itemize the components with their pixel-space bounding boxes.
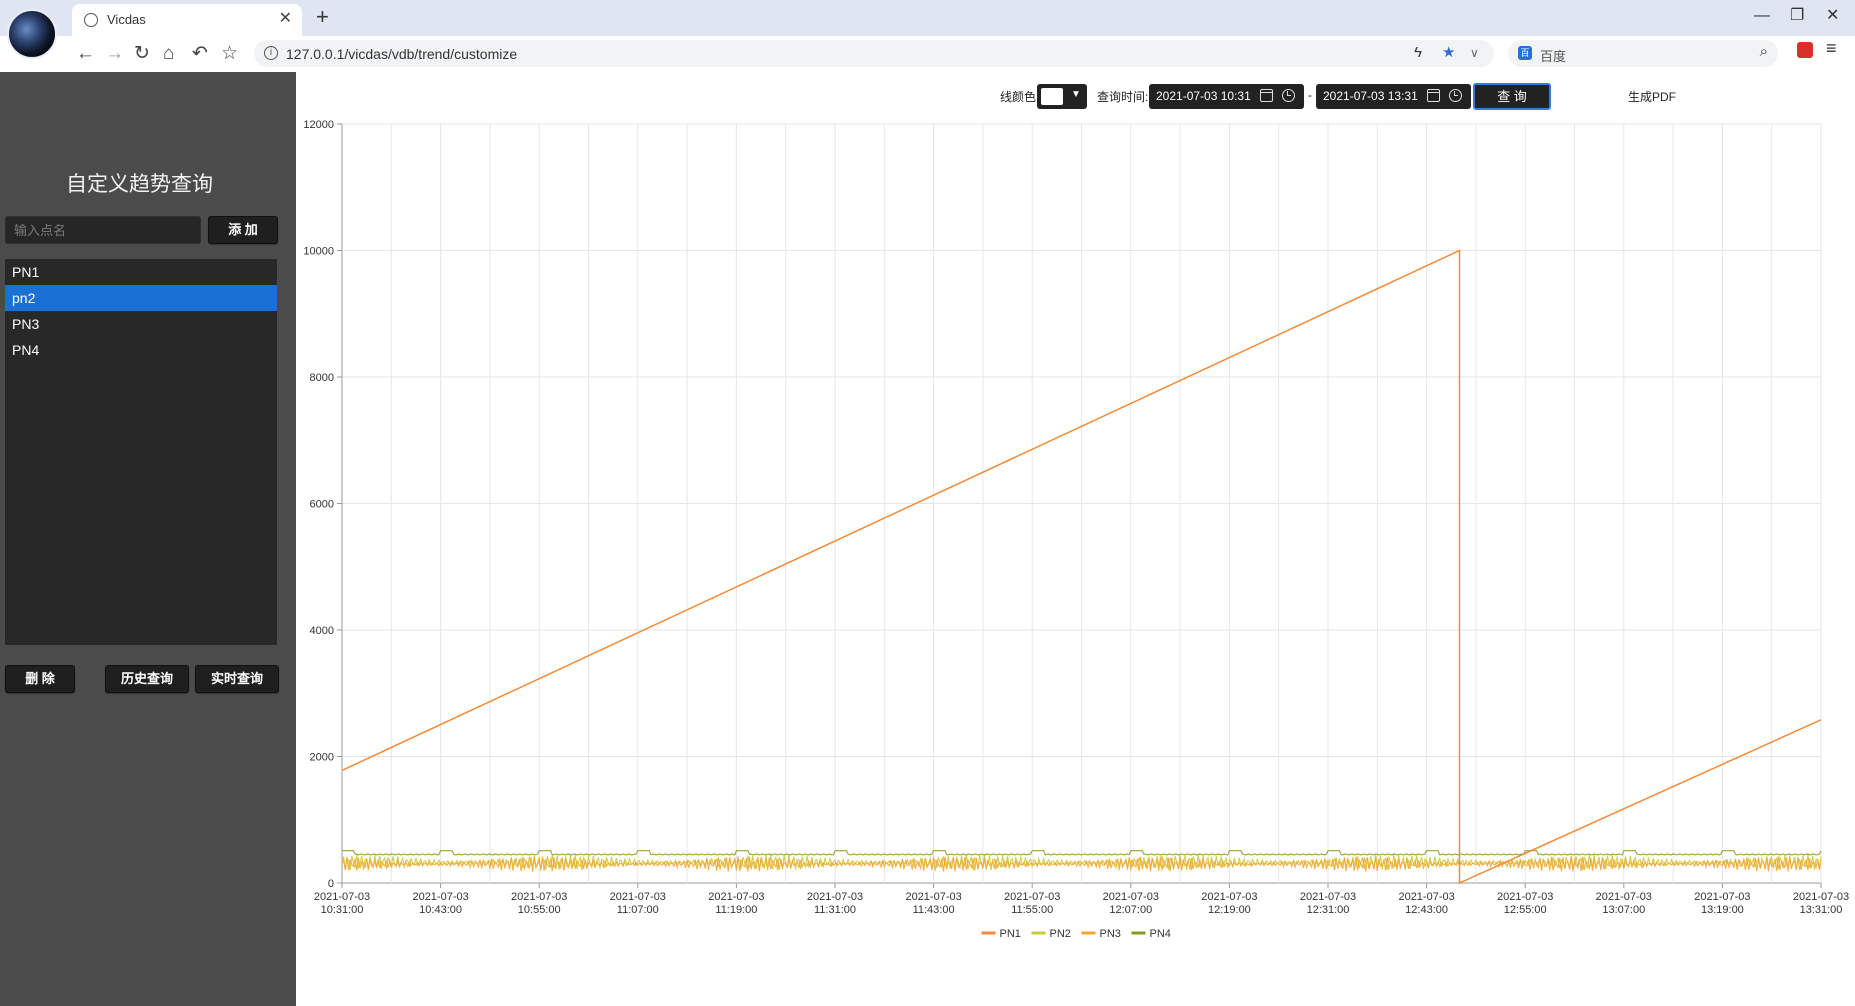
x-tick-label-time: 12:55:00 <box>1504 904 1547 916</box>
sidebar: 自定义趋势查询 添 加 PN1 pn2 PN3 PN4 删 除 历史查询 实时查… <box>0 72 296 1006</box>
x-tick-label-date: 2021-07-03 <box>412 891 468 903</box>
x-tick-label-time: 13:19:00 <box>1701 904 1744 916</box>
x-tick-label-time: 11:19:00 <box>715 904 757 916</box>
close-window-icon[interactable]: ✕ <box>1826 6 1839 26</box>
x-tick-label-time: 11:07:00 <box>617 904 659 916</box>
browser-tab[interactable]: Vicdas ✕ <box>72 4 302 36</box>
search-box[interactable]: 百 百度 ⌕ <box>1508 40 1778 67</box>
star-outline-icon[interactable]: ☆ <box>221 41 238 67</box>
address-bar[interactable]: i 127.0.0.1/vicdas/vdb/trend/customize ϟ… <box>254 40 1494 67</box>
url-text[interactable]: 127.0.0.1/vicdas/vdb/trend/customize <box>286 46 517 62</box>
x-tick-label-date: 2021-07-03 <box>1793 891 1849 903</box>
tab-title: Vicdas <box>107 12 146 27</box>
legend-label-pn1: PN1 <box>1000 928 1021 940</box>
history-query-button[interactable]: 历史查询 <box>105 665 189 693</box>
close-tab-icon[interactable]: ✕ <box>279 10 292 28</box>
y-tick-label: 6000 <box>310 499 334 511</box>
point-name-input[interactable] <box>5 216 201 244</box>
home-icon[interactable]: ⌂ <box>163 41 174 67</box>
list-item[interactable]: PN1 <box>5 259 277 285</box>
menu-icon[interactable]: ≡ <box>1826 38 1837 59</box>
x-tick-label-date: 2021-07-03 <box>1497 891 1553 903</box>
x-tick-label-time: 11:43:00 <box>913 904 955 916</box>
restore-icon[interactable]: ❐ <box>1790 6 1804 26</box>
extension-icon[interactable] <box>1797 42 1813 58</box>
x-tick-label-date: 2021-07-03 <box>1596 891 1652 903</box>
x-tick-label-time: 12:31:00 <box>1307 904 1350 916</box>
baidu-icon: 百 <box>1518 46 1532 60</box>
x-tick-label-date: 2021-07-03 <box>511 891 567 903</box>
y-tick-label: 10000 <box>303 246 334 258</box>
x-tick-label-time: 10:55:00 <box>518 904 561 916</box>
x-tick-label-date: 2021-07-03 <box>807 891 863 903</box>
sidebar-title: 自定义趋势查询 <box>66 173 213 196</box>
list-item[interactable]: pn2 <box>5 285 277 311</box>
x-tick-label-time: 12:07:00 <box>1109 904 1152 916</box>
y-tick-label: 12000 <box>303 119 334 131</box>
new-tab-icon[interactable]: + <box>316 4 329 30</box>
x-tick-label-time: 12:43:00 <box>1405 904 1448 916</box>
lightning-icon[interactable]: ϟ <box>1414 43 1422 63</box>
bookmark-star-icon[interactable]: ★ <box>1442 43 1455 63</box>
add-button[interactable]: 添 加 <box>208 216 278 244</box>
legend-label-pn2: PN2 <box>1050 928 1071 940</box>
trend-chart: 0200040006000800010000120002021-07-0310:… <box>303 119 1849 940</box>
browser-navbar: ← → ↻ ⌂ ↶ ☆ i 127.0.0.1/vicdas/vdb/trend… <box>0 36 1855 73</box>
y-tick-label: 8000 <box>310 372 334 384</box>
search-icon[interactable]: ⌕ <box>1760 43 1768 60</box>
forward-icon[interactable]: → <box>105 41 124 67</box>
x-tick-label-date: 2021-07-03 <box>314 891 370 903</box>
y-tick-label: 2000 <box>310 752 334 764</box>
x-tick-label-date: 2021-07-03 <box>610 891 666 903</box>
list-item[interactable]: PN4 <box>5 337 277 363</box>
delete-button[interactable]: 删 除 <box>5 665 75 693</box>
x-tick-label-time: 11:55:00 <box>1011 904 1053 916</box>
legend-label-pn4: PN4 <box>1150 928 1171 940</box>
x-tick-label-date: 2021-07-03 <box>1398 891 1454 903</box>
x-tick-label-date: 2021-07-03 <box>708 891 764 903</box>
point-list: PN1 pn2 PN3 PN4 <box>5 259 277 645</box>
x-tick-label-time: 13:31:00 <box>1800 904 1843 916</box>
x-tick-label-date: 2021-07-03 <box>1300 891 1356 903</box>
list-item[interactable]: PN3 <box>5 311 277 337</box>
x-tick-label-time: 11:31:00 <box>814 904 856 916</box>
x-tick-label-date: 2021-07-03 <box>1201 891 1257 903</box>
y-tick-label: 0 <box>328 878 334 890</box>
realtime-query-button[interactable]: 实时查询 <box>195 665 279 693</box>
undo-icon[interactable]: ↶ <box>192 41 208 67</box>
y-tick-label: 4000 <box>310 625 334 637</box>
x-tick-label-time: 10:43:00 <box>419 904 462 916</box>
back-icon[interactable]: ← <box>76 41 95 67</box>
search-placeholder[interactable]: 百度 <box>1540 46 1566 65</box>
reload-icon[interactable]: ↻ <box>134 41 150 67</box>
main-panel: 线颜色 ▼ 查询时间: 2021-07-03 10:31 - 2021-07-0… <box>296 72 1855 1006</box>
chevron-down-icon[interactable]: ∨ <box>1470 43 1479 63</box>
x-tick-label-time: 10:31:00 <box>321 904 364 916</box>
profile-avatar[interactable] <box>7 9 57 59</box>
info-icon[interactable]: i <box>264 46 278 60</box>
x-tick-label-date: 2021-07-03 <box>1004 891 1060 903</box>
x-tick-label-time: 12:19:00 <box>1208 904 1251 916</box>
minimize-icon[interactable]: — <box>1754 6 1770 26</box>
globe-icon <box>84 13 98 27</box>
legend-label-pn3: PN3 <box>1100 928 1121 940</box>
x-tick-label-time: 13:07:00 <box>1602 904 1645 916</box>
x-tick-label-date: 2021-07-03 <box>1103 891 1159 903</box>
x-tick-label-date: 2021-07-03 <box>1694 891 1750 903</box>
x-tick-label-date: 2021-07-03 <box>905 891 961 903</box>
